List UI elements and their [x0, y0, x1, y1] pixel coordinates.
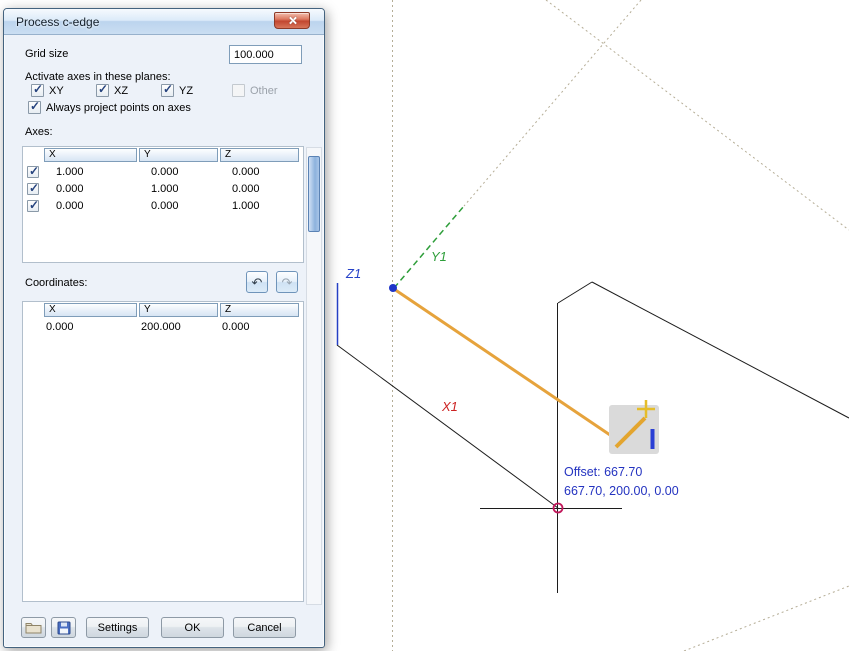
start-point-marker	[389, 284, 397, 292]
scrollbar-thumb[interactable]	[308, 156, 320, 232]
check-icon: ✓	[163, 82, 173, 96]
coordinates-header-x[interactable]: X	[44, 303, 137, 317]
axes-cell-y: 1.000	[138, 183, 219, 195]
axes-cell-x: 1.000	[43, 166, 138, 178]
save-button[interactable]	[51, 617, 76, 638]
axes-section-label: Axes:	[25, 126, 53, 138]
redo-icon: ↷	[282, 276, 293, 289]
coordinate-cell-y: 200.000	[138, 321, 219, 333]
grid-size-input[interactable]	[229, 45, 302, 64]
z-axis-label: Z1	[345, 266, 361, 281]
cancel-button[interactable]: Cancel	[233, 617, 296, 638]
plane-group-xz: ✓ XZ	[96, 84, 128, 97]
axes-cell-z: 0.000	[219, 166, 298, 178]
axis-row-checkbox[interactable]: ✓	[27, 200, 39, 212]
close-icon	[288, 16, 297, 25]
dialog-titlebar[interactable]: Process c-edge	[4, 9, 324, 35]
diagonal-guide-line-left	[464, 0, 641, 206]
axis-row-checkbox[interactable]: ✓	[27, 183, 39, 195]
xz-checkbox[interactable]: ✓	[96, 84, 109, 97]
dialog-title: Process c-edge	[16, 15, 99, 29]
plane-group-other: Other	[232, 84, 278, 97]
edge-preview-line	[394, 289, 613, 437]
coordinates-table-header: X Y Z	[23, 302, 303, 318]
edge-top-short	[558, 282, 592, 303]
close-button[interactable]	[274, 12, 310, 29]
model-edges	[337, 282, 849, 593]
settings-button[interactable]: Settings	[86, 617, 149, 638]
axes-row[interactable]: ✓ 0.000 0.000 1.000	[23, 197, 303, 214]
xy-checkbox[interactable]: ✓	[31, 84, 44, 97]
axes-table: X Y Z ✓ 1.000 0.000 0.000 ✓ 0.000 1.000 …	[22, 146, 304, 263]
check-icon: ✓	[33, 82, 43, 96]
axes-cell-z: 0.000	[219, 183, 298, 195]
ok-button[interactable]: OK	[161, 617, 224, 638]
plane-group-yz: ✓ YZ	[161, 84, 193, 97]
process-c-edge-dialog: Process c-edge Grid size Activate axes i…	[3, 8, 325, 648]
save-disk-icon	[57, 621, 71, 635]
yz-checkbox[interactable]: ✓	[161, 84, 174, 97]
check-icon: ✓	[29, 181, 39, 195]
xz-checkbox-label: XZ	[114, 85, 128, 97]
y-axis-dashed-line	[394, 206, 464, 288]
axes-cell-y: 0.000	[138, 200, 219, 212]
other-checkbox	[232, 84, 245, 97]
axes-cell-z: 1.000	[219, 200, 298, 212]
coordinates-header-y[interactable]: Y	[139, 303, 218, 317]
offset-readout-line2: 667.70, 200.00, 0.00	[564, 484, 679, 498]
check-icon: ✓	[29, 198, 39, 212]
coordinates-header-spacer	[24, 303, 44, 317]
xy-checkbox-label: XY	[49, 85, 64, 97]
axes-row[interactable]: ✓ 0.000 1.000 0.000	[23, 180, 303, 197]
grid-size-label: Grid size	[25, 48, 68, 60]
axis-row-checkbox[interactable]: ✓	[27, 166, 39, 178]
project-points-group: ✓ Always project points on axes	[28, 101, 191, 114]
undo-icon: ↶	[252, 276, 263, 289]
coordinates-header-z[interactable]: Z	[220, 303, 299, 317]
axes-cell-x: 0.000	[43, 200, 138, 212]
coordinate-cell-x: 0.000	[43, 321, 138, 333]
y-axis-label: Y1	[431, 249, 447, 264]
plane-group-xy: ✓ XY	[31, 84, 64, 97]
axes-table-header: X Y Z	[23, 147, 303, 163]
project-points-label: Always project points on axes	[46, 102, 191, 114]
other-checkbox-label: Other	[250, 85, 278, 97]
coordinate-row[interactable]: 0.000 200.000 0.000	[23, 318, 303, 335]
dialog-scrollbar[interactable]	[306, 147, 322, 605]
axes-header-spacer	[24, 148, 44, 162]
axes-header-y[interactable]: Y	[139, 148, 218, 162]
undo-button[interactable]: ↶	[246, 271, 268, 293]
axes-header-z[interactable]: Z	[220, 148, 299, 162]
axes-cell-y: 0.000	[138, 166, 219, 178]
yz-checkbox-label: YZ	[179, 85, 193, 97]
axes-row[interactable]: ✓ 1.000 0.000 0.000	[23, 163, 303, 180]
dialog-body: Grid size Activate axes in these planes:…	[4, 35, 324, 648]
diagonal-guide-line-right	[546, 0, 849, 230]
edge-x1-direction	[337, 345, 558, 508]
coordinates-table: X Y Z 0.000 200.000 0.000	[22, 301, 304, 602]
open-button[interactable]	[21, 617, 46, 638]
coordinate-cell-z: 0.000	[219, 321, 298, 333]
edge-tool-cursor	[609, 400, 659, 454]
axes-cell-x: 0.000	[43, 183, 138, 195]
diagonal-guide-line-bottom	[684, 586, 849, 651]
guide-lines	[393, 0, 849, 651]
check-icon: ✓	[30, 99, 40, 113]
project-points-checkbox[interactable]: ✓	[28, 101, 41, 114]
check-icon: ✓	[98, 82, 108, 96]
x-axis-label: X1	[441, 399, 458, 414]
axes-header-x[interactable]: X	[44, 148, 137, 162]
redo-button[interactable]: ↷	[276, 271, 298, 293]
offset-readout-line1: Offset: 667.70	[564, 465, 642, 479]
coordinates-section-label: Coordinates:	[25, 277, 87, 289]
folder-icon	[25, 621, 42, 634]
check-icon: ✓	[29, 164, 39, 178]
edge-top-long	[592, 282, 849, 418]
